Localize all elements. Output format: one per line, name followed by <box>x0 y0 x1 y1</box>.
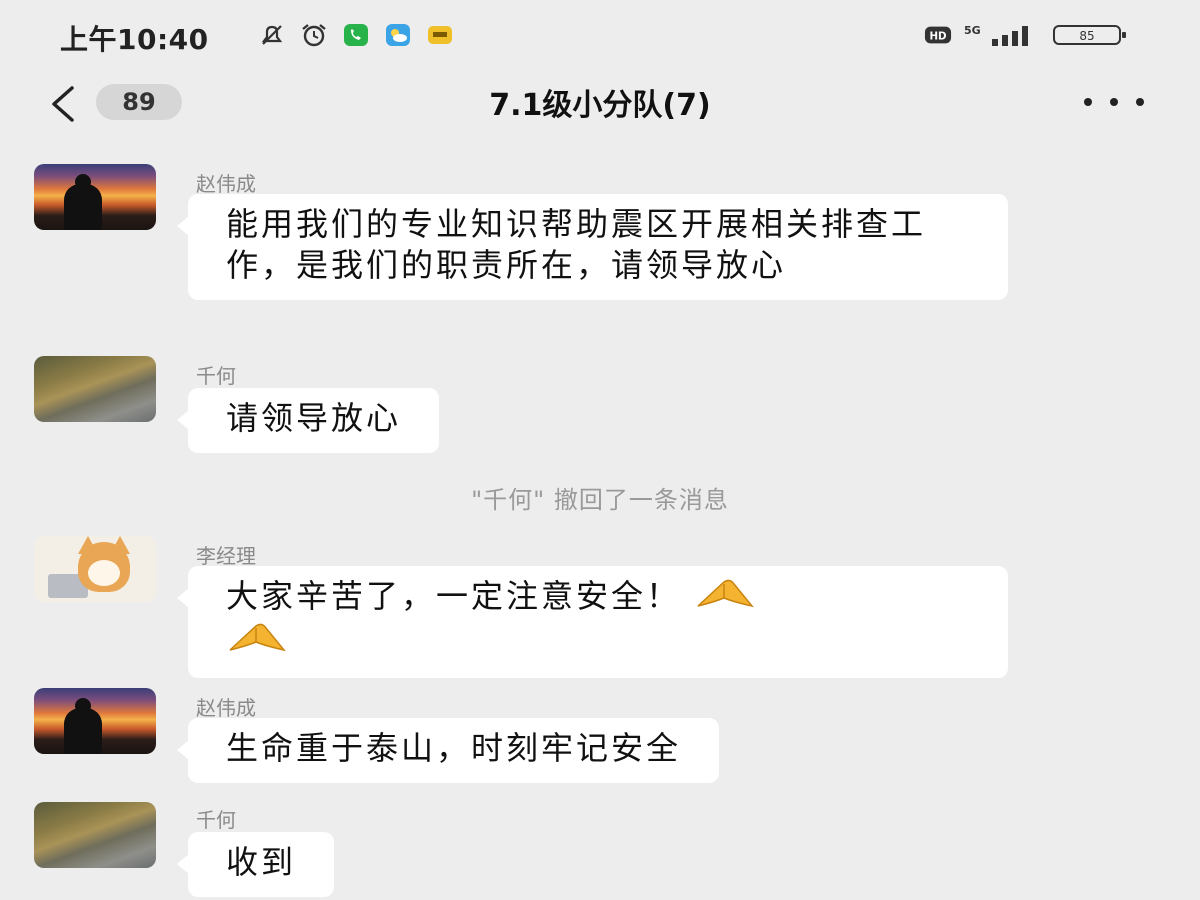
chat-message: 赵伟成 生命重于泰山，时刻牢记安全 <box>0 688 1200 783</box>
sender-name: 赵伟成 <box>196 696 256 720</box>
sender-name: 千何 <box>196 808 236 832</box>
dot-icon <box>1110 98 1118 106</box>
message-bubble[interactable]: 请领导放心 <box>176 388 440 453</box>
signal-strength-icon: 5G <box>964 22 1040 48</box>
message-text: 大家辛苦了，一定注意安全！ <box>226 577 682 615</box>
message-bubble[interactable]: 生命重于泰山，时刻牢记安全 <box>176 718 720 783</box>
weather-app-icon <box>384 22 412 48</box>
avatar[interactable] <box>34 356 156 422</box>
message-bubble[interactable]: 收到 <box>176 832 335 897</box>
status-bar: 上午10:40 HD 5G 85 <box>0 0 1200 72</box>
avatar[interactable] <box>34 536 156 602</box>
sender-name: 李经理 <box>196 544 256 568</box>
message-bubble[interactable]: 能用我们的专业知识帮助震区开展相关排查工作，是我们的职责所在，请领导放心 <box>177 194 1008 300</box>
yellow-app-icon <box>426 22 454 48</box>
avatar[interactable] <box>34 164 156 230</box>
recall-notice: "千何" 撤回了一条消息 <box>471 486 729 514</box>
avatar[interactable] <box>34 688 156 754</box>
message-bubble[interactable]: 大家辛苦了，一定注意安全！ <box>177 566 1008 678</box>
folded-hands-icon <box>226 620 288 664</box>
svg-text:HD: HD <box>929 31 946 43</box>
phone-app-icon <box>342 22 370 48</box>
mute-bell-icon <box>258 22 286 48</box>
alarm-clock-icon <box>300 22 328 48</box>
avatar[interactable] <box>34 802 156 868</box>
status-time: 上午10:40 <box>60 23 209 56</box>
battery-level-label: 85 <box>1079 29 1094 43</box>
status-right-icons: HD 5G 85 <box>924 22 1128 48</box>
chat-message: 李经理 大家辛苦了，一定注意安全！ <box>0 536 1200 678</box>
hd-voice-icon: HD <box>924 22 952 48</box>
status-notification-icons <box>258 22 454 48</box>
sender-name: 赵伟成 <box>196 172 256 196</box>
battery-icon: 85 <box>1052 22 1128 48</box>
chat-message: 赵伟成 能用我们的专业知识帮助震区开展相关排查工作，是我们的职责所在，请领导放心 <box>0 164 1200 300</box>
folded-hands-icon <box>694 576 756 620</box>
network-type-label: 5G <box>964 24 981 37</box>
chat-title: 7.1级小分队(7) <box>489 88 711 123</box>
chat-header: 89 7.1级小分队(7) <box>0 72 1200 136</box>
sender-name: 千何 <box>196 364 236 388</box>
more-options-button[interactable] <box>1084 98 1144 110</box>
dot-icon <box>1136 98 1144 106</box>
dot-icon <box>1084 98 1092 106</box>
